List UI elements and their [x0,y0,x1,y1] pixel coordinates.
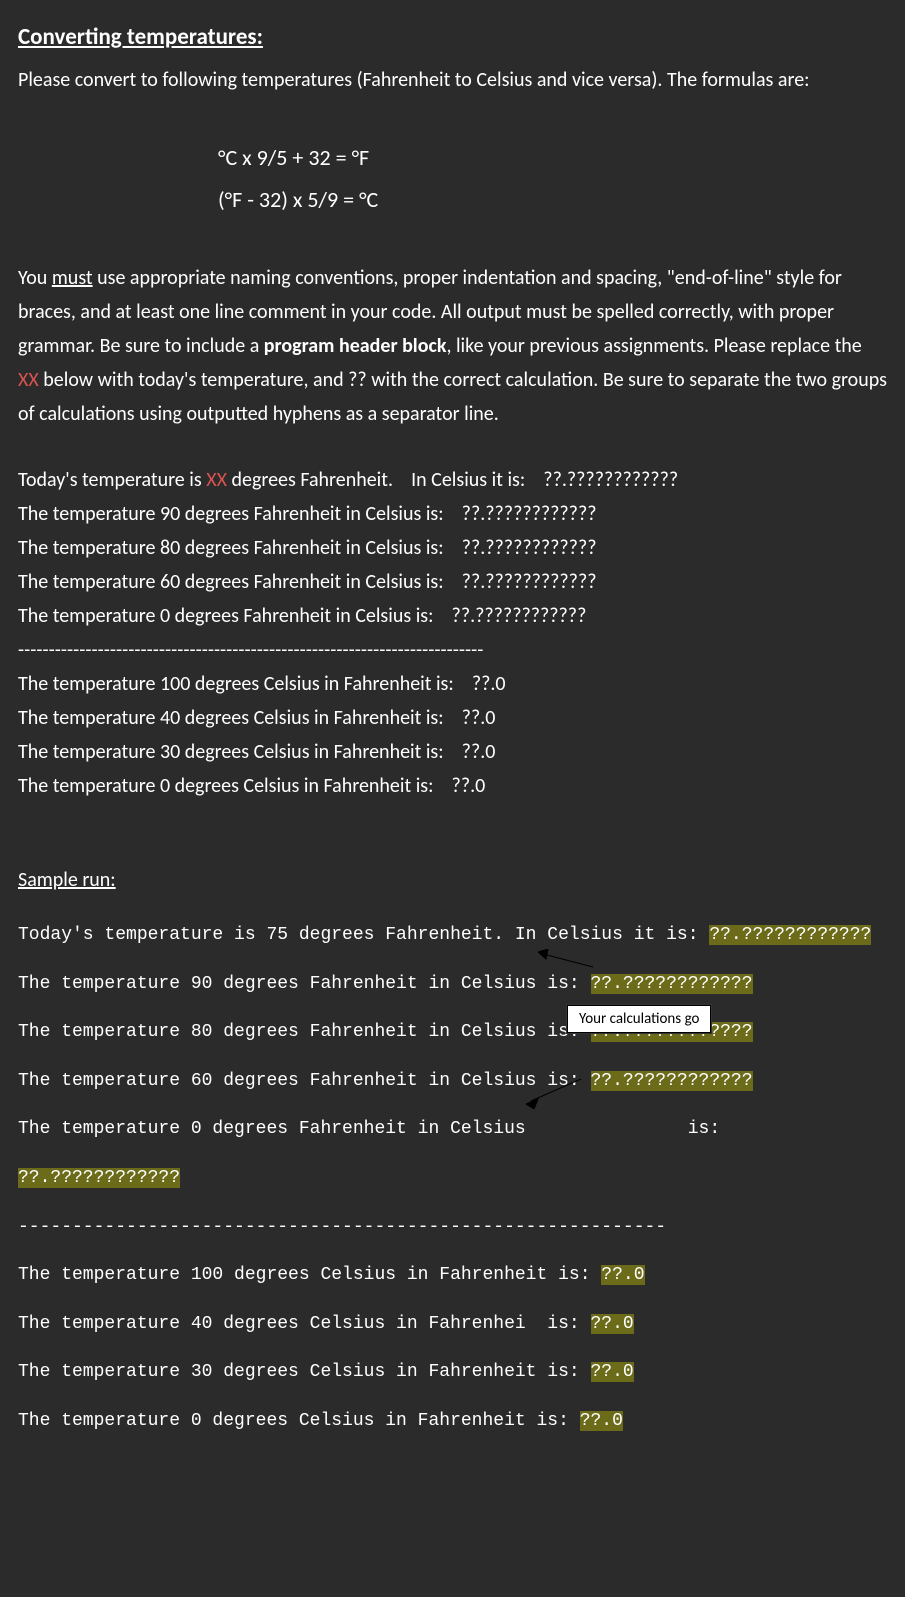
sample-separator: ----------------------------------------… [18,1215,887,1239]
sample-line-1: Today's temperature is 75 degrees Fahren… [18,923,887,947]
program-header-block: program header block [264,334,447,358]
instr-text-d: below with today's temperature, and ?? w… [18,368,887,426]
output-line-2: The temperature 90 degrees Fahrenheit in… [18,497,887,531]
xx-placeholder: XX [18,368,39,392]
s9h: ??.0 [580,1411,623,1431]
s5a: The temperature 0 degrees Fahrenheit in … [18,1119,731,1139]
output-line-9: The temperature 0 degrees Celsius in Fah… [18,769,887,803]
formula-c-to-f: °C x 9/5 + 32 = °F [218,137,887,179]
s3a: The temperature 80 degrees Fahrenheit in… [18,1022,591,1042]
s8a: The temperature 30 degrees Celsius in Fa… [18,1362,591,1382]
sample-line-4: The temperature 60 degrees Fahrenheit in… [18,1069,887,1093]
sample-line-7: The temperature 40 degrees Celsius in Fa… [18,1312,887,1336]
output-line-1: Today's temperature is XX degrees Fahren… [18,463,887,497]
out-l1b: degrees Fahrenheit. In Celsius it is: ??… [227,468,678,492]
sample-line-6: The temperature 100 degrees Celsius in F… [18,1263,887,1287]
xx-inline: XX [206,468,227,492]
sample-line-5: The temperature 0 degrees Fahrenheit in … [18,1117,887,1141]
document-page: Converting temperatures: Please convert … [0,0,905,1597]
s8h: ??.0 [591,1362,634,1382]
instr-text-c: , like your previous assignments. Please… [446,334,861,358]
formula-block: °C x 9/5 + 32 = °F (°F - 32) x 5/9 = °C [218,137,887,221]
s7h: ??.0 [591,1314,634,1334]
output-separator: ----------------------------------------… [18,633,887,667]
s5h: ??.???????????? [18,1168,180,1188]
output-line-6: The temperature 100 degrees Celsius in F… [18,667,887,701]
sample-line-5b: ??.???????????? [18,1166,887,1190]
s9a: The temperature 0 degrees Celsius in Fah… [18,1411,580,1431]
instr-must: must [52,266,93,290]
s4a: The temperature 60 degrees Fahrenheit in… [18,1071,591,1091]
instr-text-a: You [18,266,52,290]
s2h: ??.???????????? [591,974,753,994]
formula-f-to-c: (°F - 32) x 5/9 = °C [218,179,887,221]
instructions-paragraph: You must use appropriate naming conventi… [18,261,887,431]
intro-paragraph: Please convert to following temperatures… [18,63,887,97]
callout-label: Your calculations go [566,1004,712,1034]
output-line-5: The temperature 0 degrees Fahrenheit in … [18,599,887,633]
sample-line-2: The temperature 90 degrees Fahrenheit in… [18,972,887,996]
s7a: The temperature 40 degrees Celsius in Fa… [18,1314,591,1334]
sample-line-8: The temperature 30 degrees Celsius in Fa… [18,1360,887,1384]
s6a: The temperature 100 degrees Celsius in F… [18,1265,601,1285]
sample-run-block: Today's temperature is 75 degrees Fahren… [18,899,887,1579]
s1a: Today's temperature is 75 degrees Fahren… [18,925,709,945]
callout-arrow-2 [526,1079,586,1109]
sample-line-3: The temperature 80 degrees Fahrenheit in… [18,1020,887,1044]
sample-line-9: The temperature 0 degrees Celsius in Fah… [18,1409,887,1433]
s1h: ??.???????????? [709,925,871,945]
section-heading: Converting temperatures: [18,18,887,57]
output-line-3: The temperature 80 degrees Fahrenheit in… [18,531,887,565]
s2a: The temperature 90 degrees Fahrenheit in… [18,974,591,994]
sample-run-heading: Sample run: [18,863,887,897]
callout-arrow-1 [538,949,598,969]
output-line-8: The temperature 30 degrees Celsius in Fa… [18,735,887,769]
expected-output-block: Today's temperature is XX degrees Fahren… [18,463,887,803]
output-line-4: The temperature 60 degrees Fahrenheit in… [18,565,887,599]
s4h: ??.???????????? [591,1071,753,1091]
s6h: ??.0 [601,1265,644,1285]
out-l1a: Today's temperature is [18,468,206,492]
output-line-7: The temperature 40 degrees Celsius in Fa… [18,701,887,735]
